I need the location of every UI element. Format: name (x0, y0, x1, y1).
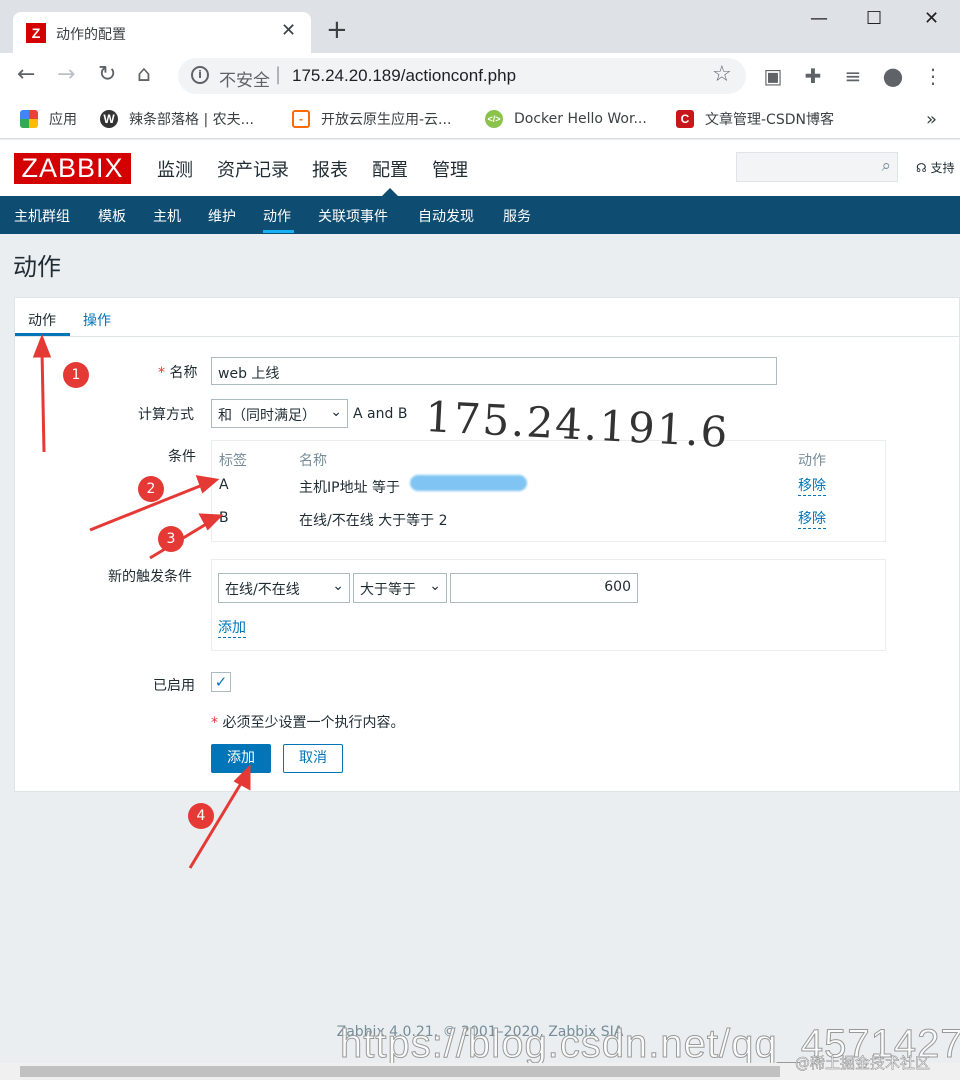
annotation-badge-3: 3 (158, 526, 184, 552)
arrow-to-action-tab (40, 349, 46, 453)
arrowhead-2 (195, 475, 220, 494)
arrowhead-4 (233, 764, 251, 791)
juejin-watermark: @稀土掘金技术社区 (795, 1054, 931, 1073)
annotation-arrows (32, 333, 251, 869)
arrowhead-1 (32, 333, 52, 358)
annotation-badge-4: 4 (188, 803, 214, 829)
annotation-badge-2: 2 (138, 476, 164, 502)
scrollbar-thumb[interactable] (20, 1066, 780, 1077)
annotation-badge-1: 1 (63, 362, 89, 388)
